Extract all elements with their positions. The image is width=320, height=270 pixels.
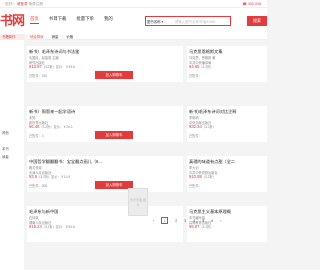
product-title[interactable]: 新书）周恩来一起学语诗 (29, 109, 75, 115)
product-card[interactable]: 中国哲学翻翻翻书：宝宝翻点画儿（6… 格灵梓淑 天津人民出版社 ¥3.5（3.2… (27, 156, 183, 192)
product-price: ¥3.5（3.2折）定价：￥10.9 (29, 174, 71, 179)
page-number[interactable]: 3 (184, 219, 186, 223)
top-bar: 您好！ 请登录 免费注册 ☎ 400-008 (0, 0, 267, 8)
category-sidebar: 书籍新作 其他 本书 读者 (0, 34, 24, 270)
page-number[interactable]: 6 (211, 219, 213, 223)
add-to-cart-button[interactable]: 加入购物车 (95, 130, 133, 139)
search-box: 图书名称 ▾ (145, 16, 231, 26)
product-price: ¥6.48（3.2折）定价：￥20.3 (29, 124, 73, 129)
sidebar-tag[interactable]: 其他 (2, 130, 9, 135)
product-price: ¥6.07（3.2折） (189, 224, 214, 229)
product-card[interactable]: 新书）毛泽东诗词与书法鉴 毛国民，赵建英 主编 研究出版社 ¥13.87（3.2… (27, 46, 183, 82)
product-sold: 已售件：908 (29, 184, 48, 188)
product-card[interactable]: 新书)毛泽东诗词对比注释 李晓明 中央文献出版社 ¥32.34（3.2折） 已售… (187, 106, 267, 142)
sort-tabs: 综合排序 销量 价格 (27, 34, 267, 40)
product-card[interactable]: 真理的味道有点甜（全二 李大钊 中共中央党校出版社 ¥10.98（3.2折） 已… (187, 156, 267, 192)
tab-sort-price[interactable]: 价格 (66, 34, 73, 39)
tab-sort-default[interactable]: 综合排序 (30, 34, 44, 39)
product-sold: 已售件：150 (29, 74, 48, 78)
pagination: ‹ 1 2 3 4 5 6 › (153, 217, 221, 224)
hotline: ☎ 400-008 (242, 1, 261, 6)
product-card[interactable]: 新书）周恩来一起学语诗 未知 新世界出版社 ¥6.48（3.2折）定价：￥20.… (27, 106, 183, 142)
product-price: ¥4.65（3.2折） (189, 64, 214, 69)
nav-catalog-download[interactable]: 书目下载 (49, 16, 67, 24)
product-sold: 已售件：3 (29, 134, 44, 138)
product-card[interactable]: 马克思恩格斯文集 马克思，恩格斯 著 中共中央编译局 ¥4.65（3.2折） 已… (187, 46, 267, 82)
site-logo[interactable]: 书网 (0, 14, 28, 30)
register-link[interactable]: 免费注册 (29, 2, 43, 6)
sidebar-category[interactable]: 书籍新作 (0, 34, 24, 40)
product-sold: 已售件： (189, 134, 202, 138)
product-price: ¥10.98（3.2折） (189, 174, 216, 179)
header: 书网 首页 书目下载 批量下单 我的 图书名称 ▾ 搜索 (0, 8, 267, 34)
product-card[interactable]: 毛泽东与新中国 石仲泉 湖南人民出版社 ¥16.24（3.2折）定价：￥50.8 (27, 206, 183, 242)
nav-my[interactable]: 我的 (104, 16, 113, 24)
add-to-cart-button[interactable]: 加入购物车 (95, 70, 133, 79)
page-number[interactable]: 5 (202, 219, 204, 223)
product-card[interactable]: 马克思主义基本原理概 本书编写组 高等教育出版社 ¥6.07（3.2折） (187, 206, 267, 242)
product-price: ¥13.87（3.2折）定价：￥49.8 (29, 64, 75, 69)
phone-icon: ☎ (242, 1, 247, 6)
page-number[interactable]: 1 (161, 217, 169, 224)
product-sold: 已售件： (189, 74, 202, 78)
login-link[interactable]: 请登录 (17, 2, 28, 6)
main-nav: 首页 书目下载 批量下单 我的 (30, 16, 113, 24)
product-list: 综合排序 销量 价格 新书）毛泽东诗词与书法鉴 毛国民，赵建英 主编 研究出版社… (27, 34, 267, 270)
search-input[interactable] (175, 18, 229, 26)
no-cover-placeholder: 暂无封面 图片 (128, 188, 148, 216)
page-number[interactable]: 2 (175, 219, 177, 223)
sidebar-tag[interactable]: 读者 (2, 154, 9, 159)
page-number[interactable]: 4 (193, 219, 195, 223)
pagination-prev-icon[interactable]: ‹ (153, 219, 154, 223)
sidebar-tag[interactable]: 本书 (2, 146, 9, 151)
nav-bulk-order[interactable]: 批量下单 (76, 16, 94, 24)
search-button[interactable]: 搜索 (247, 16, 267, 26)
chevron-down-icon: ▾ (161, 20, 164, 25)
product-price: ¥32.34（3.2折） (189, 124, 216, 129)
search-category-select[interactable]: 图书名称 ▾ (147, 19, 163, 24)
pagination-next-icon[interactable]: › (220, 219, 221, 223)
product-sold: 已售件： (189, 184, 202, 188)
nav-home[interactable]: 首页 (30, 16, 39, 24)
login-links: 您好！ 请登录 免费注册 (5, 1, 43, 6)
tab-sort-sales[interactable]: 销量 (52, 34, 59, 39)
product-price: ¥16.24（3.2折）定价：￥50.8 (29, 224, 75, 229)
